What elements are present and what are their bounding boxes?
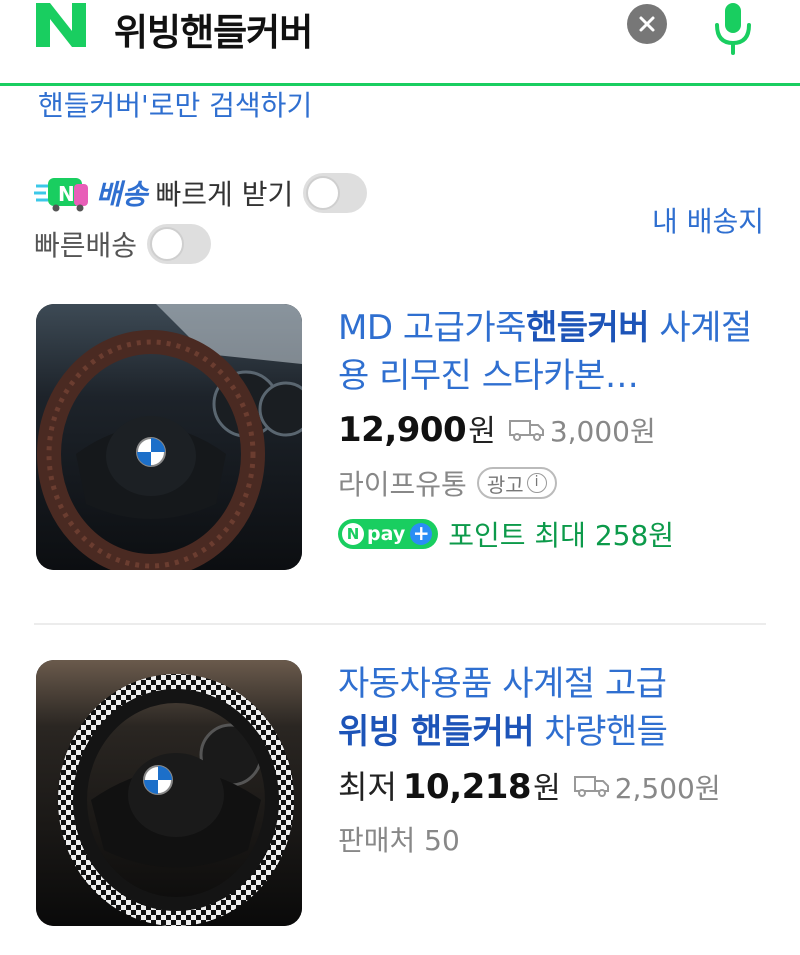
product-title[interactable]: 자동차용품 사계절 고급 위빙 핸들커버 차량핸들 (338, 660, 768, 756)
exact-search-link[interactable]: 핸들커버'로만 검색하기 (38, 84, 312, 124)
truck-icon (508, 420, 544, 441)
point-info: 포인트 최대 258원 (448, 519, 675, 552)
price-row: 최저 10,218 원 2,500원 (338, 762, 768, 810)
product-image[interactable] (36, 304, 302, 570)
seller-row: 판매처 50 (338, 818, 768, 860)
divider (34, 623, 766, 625)
currency-label: 원 (468, 414, 496, 449)
seller-name[interactable]: 라이프유통 (338, 463, 467, 503)
fast-receive-toggle[interactable] (303, 173, 368, 213)
seller-count[interactable]: 판매처 50 (338, 819, 460, 859)
shipping-fee: 3,000원 (549, 415, 656, 448)
product-price: 12,900 (338, 410, 467, 450)
fast-receive-filter: N 배송 빠르게 받기 (34, 170, 368, 216)
product-card[interactable]: 자동차용품 사계절 고급 위빙 핸들커버 차량핸들 최저 10,218 원 2,5… (34, 660, 766, 928)
naver-logo[interactable] (32, 1, 90, 49)
product-title[interactable]: MD 고급가죽핸들커버 사계절용 리무진 스타카본… (338, 304, 768, 400)
shipping-fee: 2,500원 (614, 772, 721, 805)
ad-badge[interactable]: 광고 i (476, 467, 557, 499)
price-row: 12,900 원 3,000원 (338, 406, 768, 454)
lowest-price-label: 최저 (338, 768, 397, 806)
fast-receive-label: 빠르게 받기 (155, 178, 294, 211)
info-icon: i (526, 473, 547, 493)
search-query[interactable]: 위빙핸들커버 (114, 2, 313, 56)
svg-text:N: N (58, 182, 75, 206)
npay-point-row: Npay + 포인트 최대 258원 (338, 514, 768, 554)
product-price: 10,218 (402, 767, 532, 807)
npay-delivery-icon: N (34, 178, 88, 212)
truck-icon (573, 776, 609, 797)
my-delivery-address-link[interactable]: 내 배송지 (652, 200, 764, 240)
microphone-icon (715, 3, 751, 55)
fast-delivery-filter: 빠른배송 (34, 222, 212, 266)
voice-search-button[interactable] (705, 0, 761, 56)
currency-label: 원 (533, 771, 561, 806)
search-header: 위빙핸들커버 (0, 0, 800, 86)
npay-plus-badge: Npay + (338, 519, 439, 549)
npay-delivery-label: 배송 (96, 178, 148, 211)
fast-delivery-label: 빠른배송 (34, 229, 138, 262)
close-icon (639, 16, 655, 32)
seller-row: 라이프유통 광고 i (338, 462, 768, 504)
product-image[interactable] (36, 660, 302, 926)
product-card[interactable]: MD 고급가죽핸들커버 사계절용 리무진 스타카본… 12,900 원 3,00… (34, 304, 766, 572)
clear-search-button[interactable] (627, 4, 667, 44)
fast-delivery-toggle[interactable] (147, 224, 212, 264)
